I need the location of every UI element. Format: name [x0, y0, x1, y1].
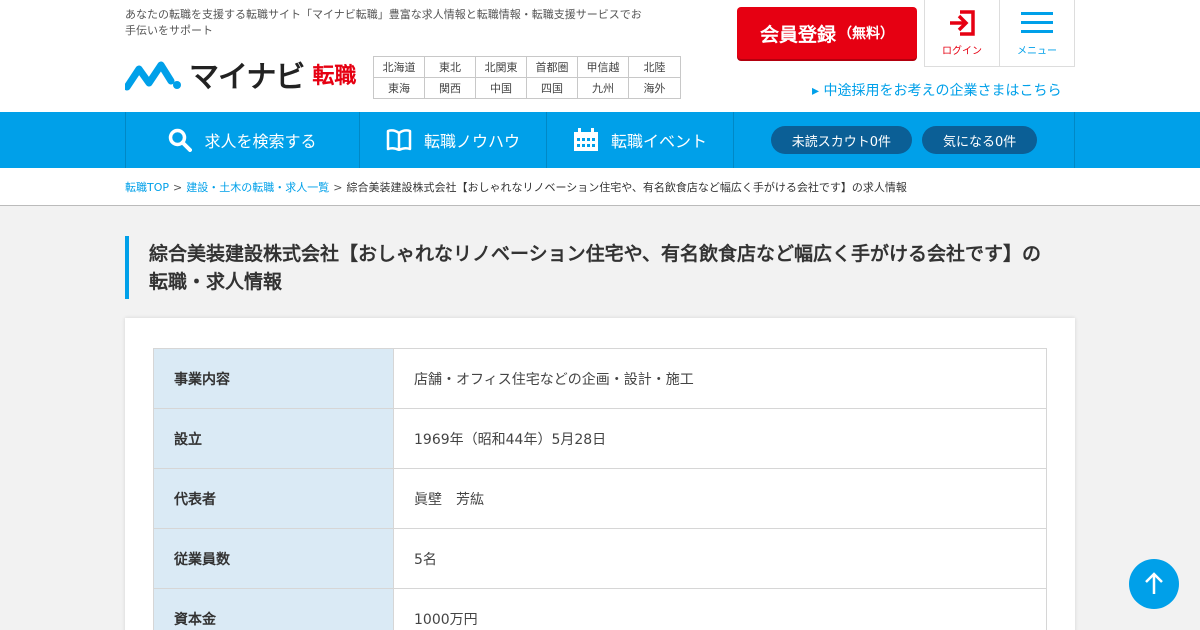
company-info-table: 事業内容 店舗・オフィス住宅などの企画・設計・施工 設立 1969年（昭和44年… [153, 348, 1047, 630]
scroll-to-top-button[interactable] [1129, 559, 1179, 609]
nav-status-pills: 未読スカウト0件 気になる0件 [734, 112, 1074, 168]
region-link[interactable]: 北海道 [374, 57, 425, 78]
breadcrumb-category[interactable]: 建設・土木の転職・求人一覧 [186, 181, 329, 194]
table-row: 代表者 眞壁 芳紘 [153, 468, 1047, 529]
mynavi-logo-icon [125, 61, 181, 91]
table-row: 設立 1969年（昭和44年）5月28日 [153, 408, 1047, 469]
region-link[interactable]: 関西 [425, 77, 476, 98]
logo-subtext: 転職 [312, 64, 357, 89]
region-link[interactable]: 首都圏 [527, 57, 578, 78]
register-sub-label: （無料） [838, 26, 894, 42]
favorites-pill[interactable]: 気になる0件 [922, 126, 1038, 154]
global-nav: 求人を検索する 転職ノウハウ 転職イベント 未読スカウト0件 気になる0件 [0, 112, 1200, 168]
site-logo[interactable]: マイナビ 転職 [125, 56, 357, 94]
region-link[interactable]: 中国 [476, 77, 527, 98]
row-label: 代表者 [153, 468, 394, 529]
region-selector: 北海道 東北 北関東 首都圏 甲信越 北陸 東海 関西 中国 四国 九州 海外 [373, 56, 681, 99]
breadcrumb-separator: > [173, 181, 183, 194]
logo-text: マイナビ [189, 61, 305, 94]
login-button[interactable]: ログイン [924, 0, 1000, 67]
nav-knowhow[interactable]: 転職ノウハウ [360, 112, 547, 168]
hamburger-menu-icon [1021, 11, 1053, 33]
nav-search-label: 求人を検索する [204, 132, 317, 151]
menu-button[interactable]: メニュー [999, 0, 1075, 67]
row-value: 店舗・オフィス住宅などの企画・設計・施工 [393, 348, 1047, 409]
row-value: 眞壁 芳紘 [393, 468, 1047, 529]
site-tagline: あなたの転職を支援する転職サイト「マイナビ転職」豊富な求人情報と転職情報・転職支… [125, 8, 642, 37]
breadcrumb-home[interactable]: 転職TOP [125, 181, 169, 194]
breadcrumb-separator: > [333, 181, 343, 194]
row-label: 従業員数 [153, 528, 394, 589]
nav-event-label: 転職イベント [610, 132, 707, 151]
nav-search-jobs[interactable]: 求人を検索する [126, 112, 360, 168]
login-icon [950, 9, 975, 36]
register-button[interactable]: 会員登録 （無料） [737, 7, 917, 59]
page-title: 綜合美装建設株式会社【おしゃれなリノベーション住宅や、有名飲食店など幅広く手がけ… [125, 236, 1045, 299]
row-value: 5名 [393, 528, 1047, 589]
breadcrumb-current: 綜合美装建設株式会社【おしゃれなリノベーション住宅や、有名飲食店など幅広く手がけ… [346, 181, 907, 194]
table-row: 資本金 1000万円 [153, 588, 1047, 630]
arrow-up-icon [1145, 572, 1163, 594]
book-icon [386, 129, 412, 151]
site-header: あなたの転職を支援する転職サイト「マイナビ転職」豊富な求人情報と転職情報・転職支… [0, 0, 1200, 112]
region-link[interactable]: 北関東 [476, 57, 527, 78]
region-link[interactable]: 東海 [374, 77, 425, 98]
corporate-recruit-link[interactable]: ▸ 中途採用をお考えの企業さまはこちら [812, 80, 1061, 100]
table-row: 従業員数 5名 [153, 528, 1047, 589]
register-label: 会員登録 [759, 23, 836, 46]
login-label: ログイン [942, 45, 982, 57]
menu-label: メニュー [1017, 45, 1057, 57]
region-link[interactable]: 四国 [527, 77, 578, 98]
row-value: 1000万円 [393, 588, 1047, 630]
search-icon [169, 128, 193, 152]
row-label: 事業内容 [153, 348, 394, 409]
company-info-card: 事業内容 店舗・オフィス住宅などの企画・設計・施工 設立 1969年（昭和44年… [125, 318, 1075, 630]
nav-event[interactable]: 転職イベント [547, 112, 734, 168]
region-link[interactable]: 北陸 [629, 57, 680, 78]
region-link[interactable]: 九州 [578, 77, 629, 98]
nav-knowhow-label: 転職ノウハウ [423, 132, 520, 151]
region-link[interactable]: 東北 [425, 57, 476, 78]
breadcrumb: 転職TOP > 建設・土木の転職・求人一覧 > 綜合美装建設株式会社【おしゃれなリノベー… [125, 179, 907, 195]
row-label: 資本金 [153, 588, 394, 630]
region-link[interactable]: 海外 [629, 78, 680, 99]
row-label: 設立 [153, 408, 394, 469]
region-link[interactable]: 甲信越 [578, 57, 629, 78]
unread-scout-pill[interactable]: 未読スカウト0件 [770, 126, 912, 154]
breadcrumb-bar: 転職TOP > 建設・土木の転職・求人一覧 > 綜合美装建設株式会社【おしゃれなリノベー… [0, 168, 1200, 206]
calendar-icon [573, 128, 598, 151]
table-row: 事業内容 店舗・オフィス住宅などの企画・設計・施工 [153, 348, 1047, 409]
row-value: 1969年（昭和44年）5月28日 [393, 408, 1047, 469]
